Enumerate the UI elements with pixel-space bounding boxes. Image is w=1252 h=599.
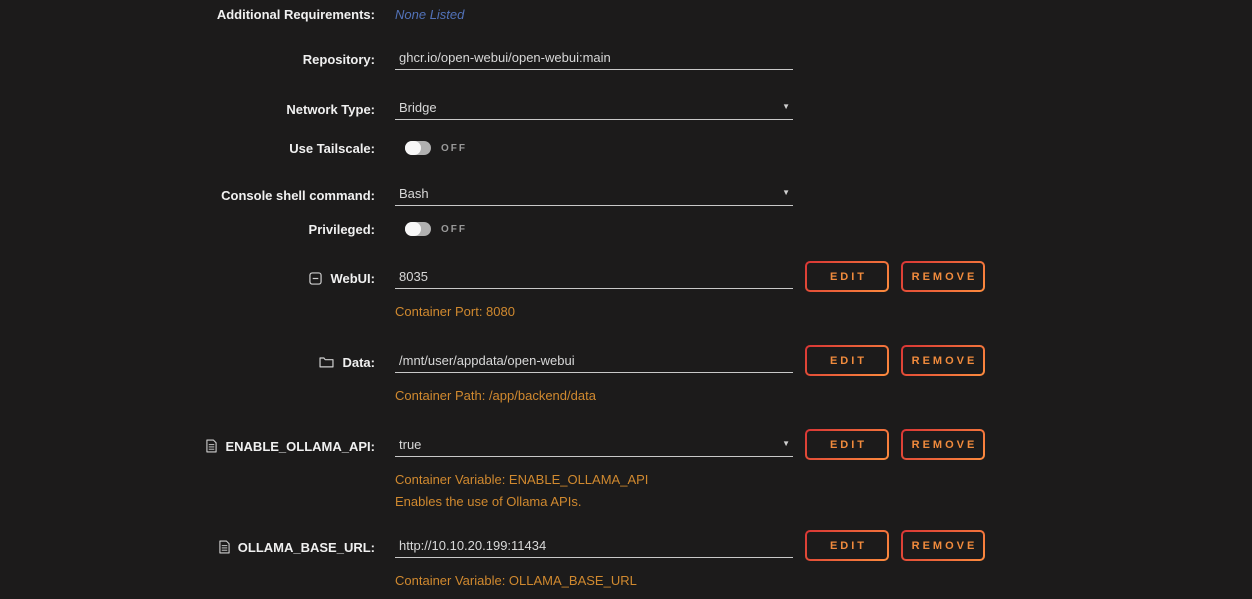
remove-button[interactable]: REMOVE	[901, 530, 985, 561]
data-path-help-text: Container Path: /app/backend/data	[395, 387, 596, 403]
form-row-console-shell-command: Console shell command: Bash ▼	[0, 184, 1252, 206]
form-row-network-type: Network Type: Bridge ▼	[0, 98, 1252, 120]
field-label-text: Use Tailscale:	[289, 141, 375, 156]
selected-option: Bridge	[399, 100, 437, 115]
webui-port-input[interactable]	[395, 267, 793, 288]
remove-button[interactable]: REMOVE	[901, 261, 985, 292]
webui-label: WebUI:	[0, 267, 375, 289]
tailscale-toggle[interactable]	[405, 141, 431, 155]
network-type-select[interactable]: Bridge ▼	[395, 98, 793, 120]
repository-label: Repository:	[0, 48, 375, 70]
field-label-text: WebUI:	[330, 271, 375, 286]
remove-button[interactable]: REMOVE	[901, 345, 985, 376]
remove-button[interactable]: REMOVE	[901, 429, 985, 460]
enable-ollama-api-select[interactable]: true ▼	[395, 435, 793, 457]
ollama-base-url-label: OLLAMA_BASE_URL:	[0, 536, 375, 558]
console-shell-command-select[interactable]: Bash ▼	[395, 184, 793, 206]
use-tailscale-label: Use Tailscale:	[0, 140, 375, 156]
form-row-data-path: Data: EDIT REMOVE	[0, 351, 1252, 373]
field-label-text: Additional Requirements:	[217, 7, 375, 22]
edit-button[interactable]: EDIT	[805, 261, 889, 292]
form-row-ollama-base-url: OLLAMA_BASE_URL: EDIT REMOVE	[0, 536, 1252, 558]
data-path-input[interactable]	[395, 351, 793, 372]
toggle-state-text: OFF	[441, 140, 467, 156]
ollama-base-url-help-text: Container Variable: OLLAMA_BASE_URL	[395, 572, 637, 588]
ollama-base-url-input[interactable]	[395, 536, 793, 557]
toggle-knob	[405, 141, 421, 155]
additional-requirements-label: Additional Requirements:	[0, 6, 375, 22]
minus-square-icon	[309, 272, 322, 285]
additional-requirements-link[interactable]: None Listed	[395, 6, 464, 22]
enable-ollama-api-help-text: Container Variable: ENABLE_OLLAMA_API	[395, 471, 648, 487]
enable-ollama-api-description-text: Enables the use of Ollama APIs.	[395, 493, 581, 509]
console-shell-command-label: Console shell command:	[0, 184, 375, 206]
field-label-text: Data:	[342, 355, 375, 370]
field-label-text: ENABLE_OLLAMA_API:	[225, 439, 375, 454]
field-label-text: Console shell command:	[221, 188, 375, 203]
docker-container-settings-form: Additional Requirements: None Listed Rep…	[0, 0, 1252, 599]
chevron-down-icon: ▼	[782, 103, 790, 111]
field-label-text: Network Type:	[286, 102, 375, 117]
privileged-label: Privileged:	[0, 221, 375, 237]
repository-field	[395, 48, 793, 70]
toggle-knob	[405, 222, 421, 236]
chevron-down-icon: ▼	[782, 440, 790, 448]
form-row-repository: Repository:	[0, 48, 1252, 70]
edit-button[interactable]: EDIT	[805, 345, 889, 376]
file-icon	[206, 439, 217, 453]
data-path-field	[395, 351, 793, 373]
ollama-base-url-field	[395, 536, 793, 558]
network-type-label: Network Type:	[0, 98, 375, 120]
enable-ollama-api-label: ENABLE_OLLAMA_API:	[0, 435, 375, 457]
selected-option: true	[399, 437, 421, 452]
edit-button[interactable]: EDIT	[805, 429, 889, 460]
form-row-privileged: Privileged: OFF	[0, 221, 1252, 237]
file-icon	[219, 540, 230, 554]
privileged-toggle[interactable]	[405, 222, 431, 236]
field-label-text: Privileged:	[309, 222, 375, 237]
form-row-webui-port: WebUI: EDIT REMOVE	[0, 267, 1252, 289]
data-label: Data:	[0, 351, 375, 373]
field-label-text: Repository:	[303, 52, 375, 67]
field-label-text: OLLAMA_BASE_URL:	[238, 540, 375, 555]
repository-input[interactable]	[395, 48, 793, 69]
form-row-additional-requirements: Additional Requirements: None Listed	[0, 6, 1252, 22]
webui-port-help-text: Container Port: 8080	[395, 303, 515, 319]
form-row-enable-ollama-api: ENABLE_OLLAMA_API: true ▼ EDIT REMOVE	[0, 435, 1252, 457]
webui-port-field	[395, 267, 793, 289]
toggle-state-text: OFF	[441, 221, 467, 237]
selected-option: Bash	[399, 186, 429, 201]
chevron-down-icon: ▼	[782, 189, 790, 197]
folder-icon	[319, 356, 334, 368]
edit-button[interactable]: EDIT	[805, 530, 889, 561]
form-row-use-tailscale: Use Tailscale: OFF	[0, 140, 1252, 156]
